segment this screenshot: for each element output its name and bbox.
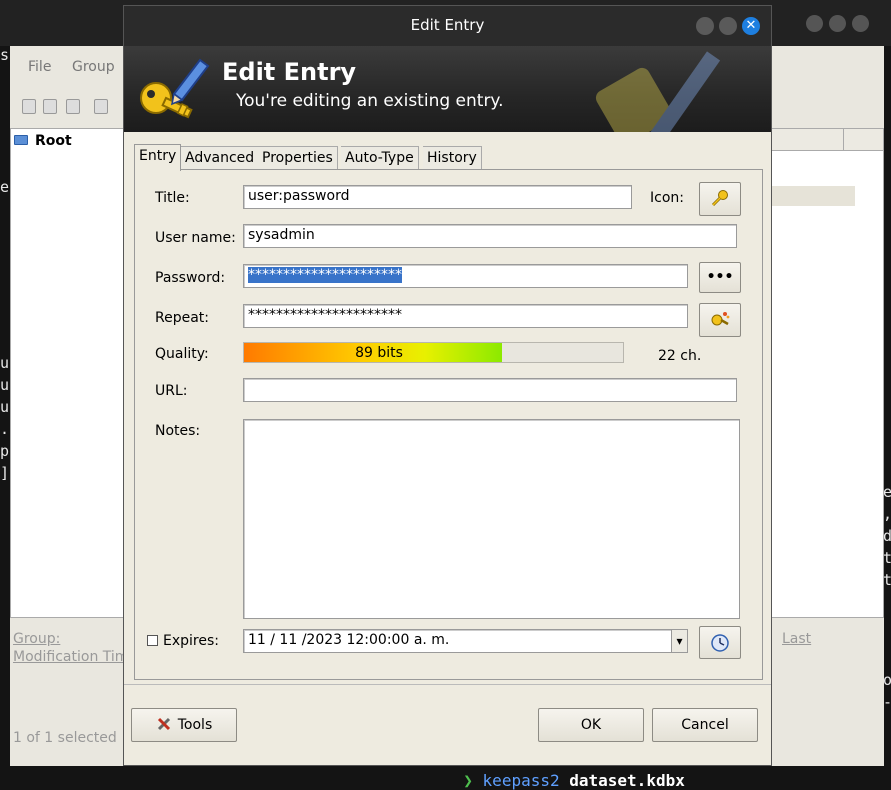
- main-close-button[interactable]: [852, 15, 869, 32]
- save-database-icon[interactable]: [66, 99, 80, 114]
- tools-button[interactable]: Tools: [131, 708, 237, 742]
- quality-bits-text: 89 bits: [355, 345, 403, 361]
- tab-auto-type[interactable]: Auto-Type: [341, 146, 419, 170]
- title-input[interactable]: user:password: [243, 185, 632, 209]
- edit-entry-dialog: Edit Entry ✕ Edit Entry You're editing a…: [123, 5, 772, 766]
- icon-label: Icon:: [650, 190, 684, 206]
- tab-entry[interactable]: Entry: [134, 144, 182, 171]
- repeat-password-input[interactable]: **********************: [243, 304, 688, 328]
- notes-label: Notes:: [155, 423, 201, 439]
- entry-list-header: [771, 129, 883, 151]
- tools-icon: [157, 717, 170, 731]
- menu-group[interactable]: Group: [72, 59, 115, 75]
- prompt-command: keepass2: [482, 771, 560, 790]
- password-value: **********************: [248, 267, 402, 283]
- username-input[interactable]: sysadmin: [243, 224, 737, 248]
- menu-file[interactable]: File: [28, 59, 51, 75]
- entry-list[interactable]: [770, 128, 884, 618]
- url-input[interactable]: [243, 378, 737, 402]
- tree-root-label[interactable]: Root: [35, 133, 72, 149]
- banner-subtitle: You're editing an existing entry.: [236, 91, 504, 111]
- key-icon: [711, 190, 728, 207]
- table-row[interactable]: [771, 186, 855, 206]
- prompt-arrow: ❯: [463, 771, 473, 790]
- terminal-right-column: e , d t t: [883, 483, 891, 589]
- terminal-right-column-lower: o -: [883, 671, 891, 711]
- expiry-dropdown-icon[interactable]: ▾: [671, 630, 687, 652]
- tab-properties[interactable]: Properties: [258, 146, 338, 170]
- cancel-button[interactable]: Cancel: [652, 708, 758, 742]
- expires-checkbox[interactable]: [147, 635, 158, 646]
- entry-tab-panel: Title: user:password Icon: User name: sy…: [134, 169, 763, 680]
- password-label: Password:: [155, 270, 226, 286]
- dialog-separator: [124, 684, 771, 685]
- clock-icon: [711, 634, 729, 652]
- password-generator-icon: [711, 312, 730, 326]
- show-password-button[interactable]: •••: [699, 262, 741, 293]
- prompt-argument: dataset.kdbx: [569, 771, 685, 790]
- character-count: 22 ch.: [658, 348, 702, 364]
- dialog-close-button[interactable]: ✕: [742, 17, 760, 35]
- new-database-icon[interactable]: [22, 99, 36, 114]
- group-tree[interactable]: Root: [10, 128, 125, 618]
- status-group-label[interactable]: Group:: [13, 631, 60, 647]
- expiry-date-field[interactable]: 11 / 11 /2023 12:00:00 a. m. ▾: [243, 629, 688, 653]
- edit-key-icon: [140, 58, 210, 119]
- ok-button[interactable]: OK: [538, 708, 644, 742]
- quality-bar: 89 bits: [243, 342, 624, 363]
- add-entry-icon[interactable]: [94, 99, 108, 114]
- selection-count: 1 of 1 selected: [13, 730, 117, 746]
- title-label: Title:: [155, 190, 190, 206]
- dialog-titlebar: Edit Entry ✕: [124, 6, 771, 46]
- dialog-window-title: Edit Entry: [410, 16, 485, 34]
- password-input[interactable]: **********************: [243, 264, 688, 288]
- repeat-label: Repeat:: [155, 310, 209, 326]
- dialog-minimize-button[interactable]: [696, 17, 714, 35]
- status-modification-label[interactable]: Modification Tim: [13, 649, 128, 665]
- quality-label: Quality:: [155, 346, 209, 362]
- expiry-date-value: 11 / 11 /2023 12:00:00 a. m.: [248, 632, 450, 648]
- main-minimize-button[interactable]: [806, 15, 823, 32]
- icon-picker-button[interactable]: [699, 182, 741, 216]
- password-generator-button[interactable]: [699, 303, 741, 337]
- banner-background-key-icon: [595, 51, 721, 132]
- tab-advanced[interactable]: Advanced: [181, 146, 260, 170]
- dialog-maximize-button[interactable]: [719, 17, 737, 35]
- main-toolbar: [10, 92, 130, 122]
- dialog-banner: Edit Entry You're editing an existing en…: [124, 46, 771, 132]
- open-database-icon[interactable]: [43, 99, 57, 114]
- tools-button-label: Tools: [177, 717, 213, 733]
- folder-icon: [14, 135, 28, 145]
- status-last-label[interactable]: Last: [782, 631, 811, 647]
- tab-history[interactable]: History: [423, 146, 482, 170]
- banner-title: Edit Entry: [222, 58, 357, 86]
- notes-textarea[interactable]: [243, 419, 740, 619]
- expires-label: Expires:: [163, 633, 219, 649]
- expiry-presets-button[interactable]: [699, 626, 741, 659]
- main-maximize-button[interactable]: [829, 15, 846, 32]
- username-label: User name:: [155, 230, 236, 246]
- url-label: URL:: [155, 383, 188, 399]
